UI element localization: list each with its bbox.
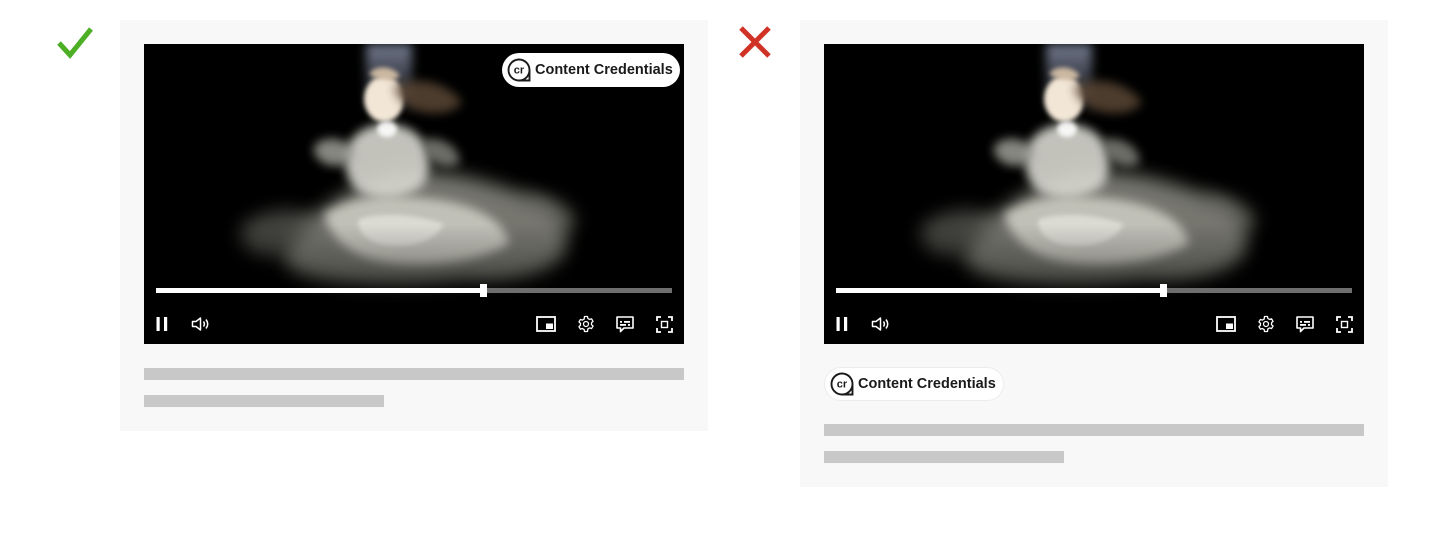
settings-gear-icon: [1258, 315, 1274, 333]
player-controls: [824, 312, 1364, 336]
progress-handle[interactable]: [479, 284, 487, 297]
cr-logo-icon: [507, 58, 531, 82]
video-frame-dancer: [144, 44, 684, 344]
video-player[interactable]: [824, 44, 1364, 344]
settings-button[interactable]: [1256, 314, 1276, 334]
picture-in-picture-icon: [1216, 316, 1236, 332]
picture-in-picture-icon: [536, 316, 556, 332]
volume-button[interactable]: [871, 314, 891, 334]
fullscreen-icon: [655, 315, 673, 333]
text-placeholder-line: [824, 424, 1364, 436]
picture-in-picture-button[interactable]: [536, 314, 556, 334]
text-placeholder-line: [144, 368, 684, 380]
text-placeholder-line-short: [144, 395, 384, 407]
checkmark-icon: [57, 27, 93, 59]
content-credentials-badge[interactable]: Content Credentials: [824, 367, 1004, 401]
video-player[interactable]: Content Credentials: [144, 44, 684, 344]
pause-icon: [156, 317, 168, 331]
volume-icon: [191, 317, 209, 331]
progress-fill: [836, 288, 1163, 293]
player-controls: [144, 312, 684, 336]
captions-button[interactable]: [615, 314, 635, 334]
cross-icon: [739, 26, 771, 58]
volume-icon: [871, 317, 889, 331]
text-placeholder-line-short: [824, 451, 1064, 463]
fullscreen-icon: [1335, 315, 1353, 333]
progress-bar[interactable]: [156, 284, 672, 297]
pause-button[interactable]: [832, 314, 852, 334]
progress-bar[interactable]: [836, 284, 1352, 297]
captions-icon: [1296, 315, 1314, 332]
settings-gear-icon: [578, 315, 594, 333]
captions-button[interactable]: [1295, 314, 1315, 334]
pause-icon: [836, 317, 848, 331]
correct-example-card: Content Credentials: [120, 20, 708, 431]
incorrect-example-card: Content Credentials: [800, 20, 1388, 487]
content-credentials-label: Content Credentials: [858, 376, 996, 392]
volume-button[interactable]: [191, 314, 211, 334]
content-credentials-label: Content Credentials: [535, 62, 673, 78]
cr-logo-icon: [830, 372, 854, 396]
settings-button[interactable]: [576, 314, 596, 334]
progress-handle[interactable]: [1159, 284, 1167, 297]
progress-fill: [156, 288, 483, 293]
pause-button[interactable]: [152, 314, 172, 334]
fullscreen-button[interactable]: [1334, 314, 1354, 334]
video-frame-dancer: [824, 44, 1364, 344]
captions-icon: [616, 315, 634, 332]
picture-in-picture-button[interactable]: [1216, 314, 1236, 334]
fullscreen-button[interactable]: [654, 314, 674, 334]
content-credentials-badge[interactable]: Content Credentials: [502, 53, 680, 87]
